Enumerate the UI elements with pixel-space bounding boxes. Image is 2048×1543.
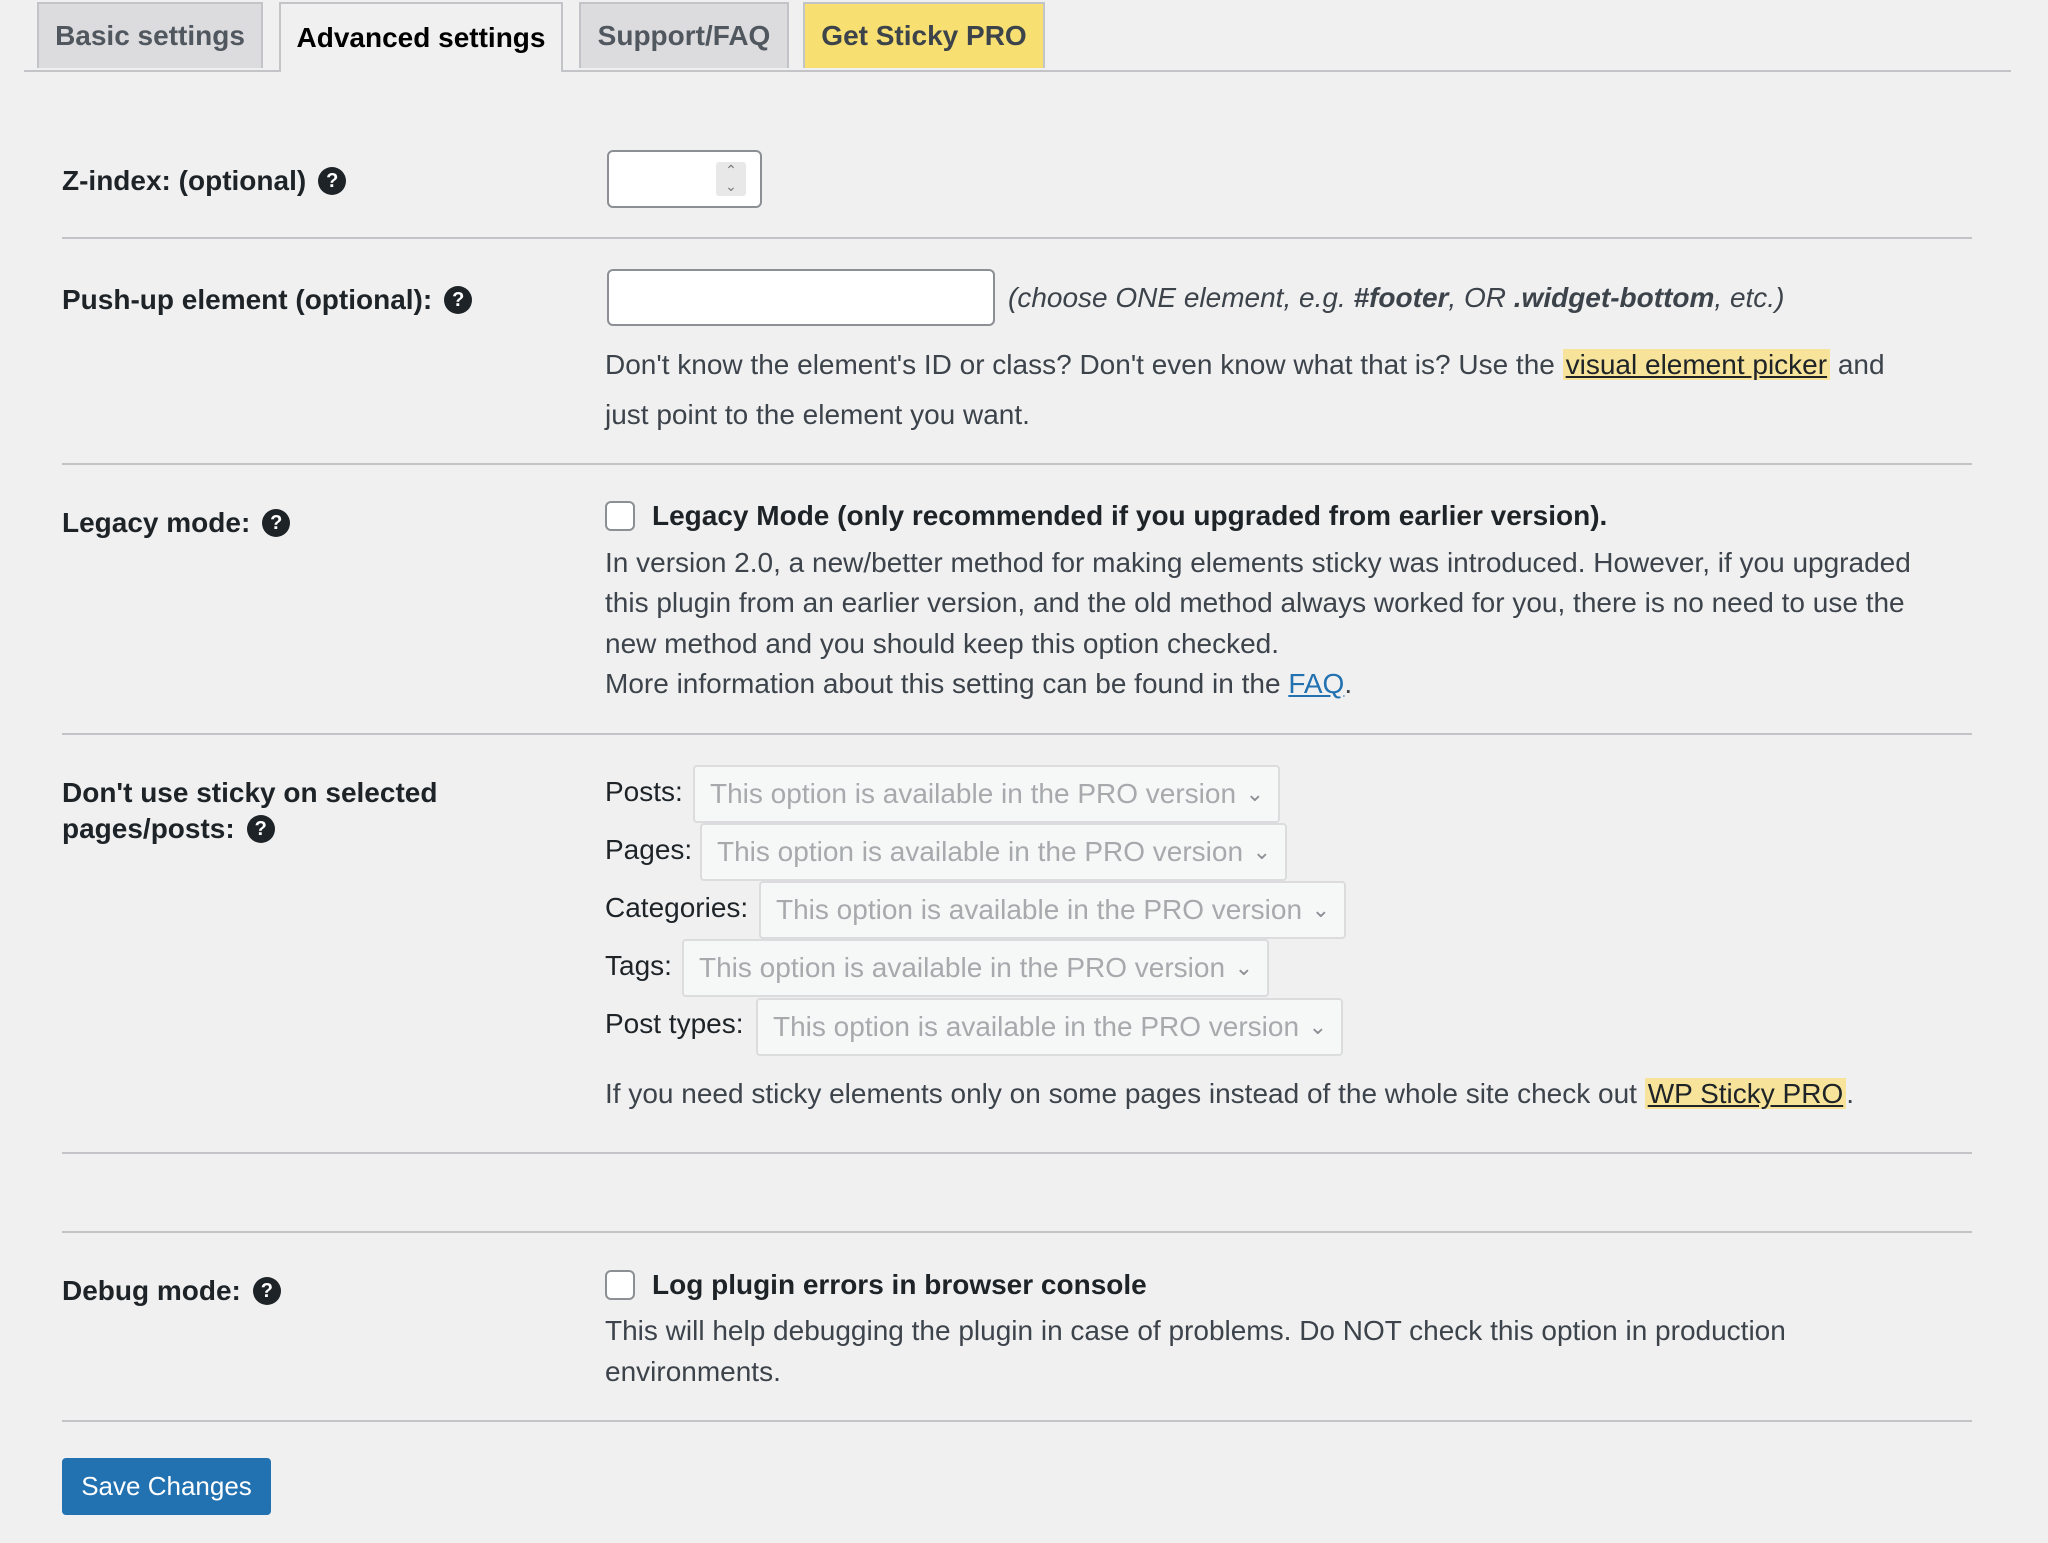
chevron-down-icon: ⌄ <box>1245 781 1264 806</box>
debug-desc-line: environments. <box>605 1356 781 1387</box>
legacy-desc-line: new method and you should keep this opti… <box>605 628 1280 659</box>
pushup-hint: (choose ONE element, e.g. #footer, OR .w… <box>1008 282 1785 313</box>
pro-info: If you need sticky elements only on some… <box>605 1078 1855 1109</box>
pushup-help-line1: Don't know the element's ID or class? Do… <box>605 349 1885 380</box>
chevron-down-icon: ⌄ <box>1234 955 1253 980</box>
legacy-more-info: More information about this setting can … <box>605 668 1353 699</box>
legacy-desc-line: In version 2.0, a new/better method for … <box>605 547 1911 578</box>
tab-advanced-settings[interactable]: Advanced settings <box>279 2 563 72</box>
tab-get-sticky-pro[interactable]: Get Sticky PRO <box>803 2 1045 68</box>
tab-basic-settings[interactable]: Basic settings <box>37 2 263 68</box>
number-spinner[interactable]: ⌃ ⌄ <box>716 162 746 196</box>
debug-mode-checkbox-label[interactable]: Log plugin errors in browser console <box>652 1267 1147 1303</box>
legacy-desc-line: this plugin from an earlier version, and… <box>605 587 1905 618</box>
tags-select[interactable]: This option is available in the PRO vers… <box>682 939 1269 997</box>
tab-support-faq[interactable]: Support/FAQ <box>579 2 789 68</box>
posts-label: Posts: <box>605 776 683 807</box>
pages-label: Pages: <box>605 834 693 865</box>
spin-up-icon[interactable]: ⌃ <box>716 162 746 178</box>
help-icon[interactable]: ? <box>246 815 275 843</box>
divider <box>62 1420 1972 1422</box>
wp-sticky-pro-link[interactable]: WP Sticky PRO <box>1644 1078 1847 1109</box>
pushup-help-line2: just point to the element you want. <box>605 399 1030 430</box>
tags-label: Tags: <box>605 950 672 981</box>
debug-mode-checkbox[interactable] <box>605 1270 635 1300</box>
debug-desc-line: This will help debugging the plugin in c… <box>605 1315 1786 1346</box>
exclude-label-line2: pages/posts:? <box>62 811 275 847</box>
spin-down-icon[interactable]: ⌄ <box>716 178 746 194</box>
visual-element-picker-link[interactable]: visual element picker <box>1562 349 1831 380</box>
categories-label: Categories: <box>605 892 749 923</box>
divider <box>62 237 1972 239</box>
chevron-down-icon: ⌄ <box>1311 897 1330 922</box>
legacy-mode-checkbox-label[interactable]: Legacy Mode (only recommended if you upg… <box>652 498 1607 534</box>
debug-label: Debug mode:? <box>62 1273 281 1309</box>
help-icon[interactable]: ? <box>444 286 473 314</box>
zindex-label: Z-index: (optional)? <box>62 163 347 199</box>
categories-select[interactable]: This option is available in the PRO vers… <box>759 881 1346 939</box>
help-icon[interactable]: ? <box>252 1277 281 1305</box>
divider <box>62 733 1972 735</box>
faq-link[interactable]: FAQ <box>1288 668 1344 699</box>
pushup-label: Push-up element (optional):? <box>62 282 473 318</box>
zindex-input[interactable]: ⌃ ⌄ <box>607 150 762 208</box>
pages-select[interactable]: This option is available in the PRO vers… <box>700 823 1287 881</box>
help-icon[interactable]: ? <box>262 509 291 537</box>
legacy-label: Legacy mode:? <box>62 505 291 541</box>
divider <box>62 463 1972 465</box>
save-changes-button[interactable]: Save Changes <box>62 1458 271 1515</box>
post-types-label: Post types: <box>605 1008 744 1039</box>
pushup-element-input[interactable] <box>607 269 995 326</box>
post-types-select[interactable]: This option is available in the PRO vers… <box>756 998 1343 1056</box>
chevron-down-icon: ⌄ <box>1252 839 1271 864</box>
legacy-mode-checkbox[interactable] <box>605 501 635 531</box>
divider <box>62 1231 1972 1233</box>
posts-select[interactable]: This option is available in the PRO vers… <box>693 765 1280 823</box>
exclude-label: Don't use sticky on selected <box>62 777 438 808</box>
chevron-down-icon: ⌄ <box>1308 1014 1327 1039</box>
help-icon[interactable]: ? <box>318 167 347 195</box>
divider <box>62 1152 1972 1154</box>
settings-tabs: Basic settings Advanced settings Support… <box>24 0 2011 72</box>
